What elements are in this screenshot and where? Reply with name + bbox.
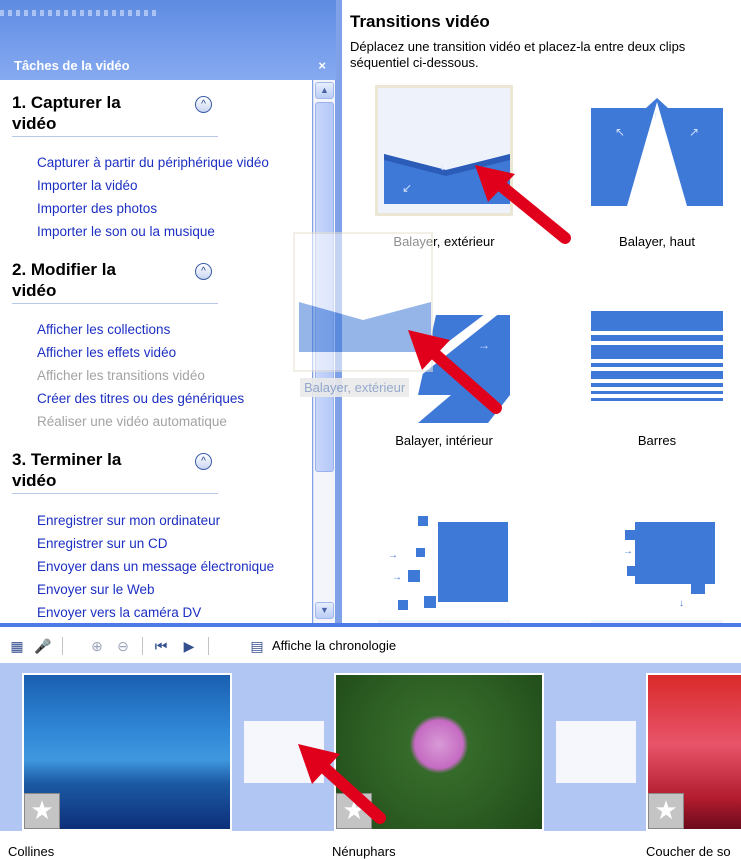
star-icon: ★	[648, 793, 684, 829]
task-pane: Tâches de la vidéo × 1. Capturer la vidé…	[0, 0, 336, 623]
collapse-chevron-icon[interactable]: ^	[195, 263, 212, 280]
collapse-chevron-icon[interactable]: ^	[195, 96, 212, 113]
clip-collines[interactable]: ★	[22, 673, 232, 831]
scroll-down-icon[interactable]: ▼	[315, 602, 334, 619]
header-pattern	[0, 10, 160, 16]
transition-dissolve-2[interactable]: → ↓	[591, 510, 723, 635]
annotation-arrow	[408, 330, 502, 414]
annotation-arrow	[298, 744, 386, 824]
dissolve-thumbnail: → →	[378, 510, 510, 635]
zoom-in-icon: ⊕	[91, 638, 103, 654]
storyboard-toolbar: ▦ 🎤 ⊕ ⊖ ⏮ ▶ ▤ Affiche la chronologie	[0, 627, 741, 663]
zoom-out-icon: ⊖	[117, 638, 129, 654]
svg-text:↓: ↓	[440, 162, 445, 173]
rewind-icon[interactable]: ⏮	[152, 637, 170, 655]
link-save-computer[interactable]: Enregistrer sur mon ordinateur	[37, 509, 274, 532]
link-show-transitions: Afficher les transitions vidéo	[37, 368, 205, 383]
transition-wipe-up[interactable]: ↖ ↑ ↗ Balayer, haut	[591, 88, 723, 249]
toolbar-separator	[208, 637, 209, 655]
edit-links: Afficher les collections Afficher les ef…	[37, 318, 244, 433]
svg-text:↙: ↙	[402, 181, 412, 195]
svg-text:→: →	[392, 572, 402, 583]
link-automovie: Réaliser une vidéo automatique	[37, 414, 227, 429]
transition-bars[interactable]: Barres	[591, 305, 723, 448]
link-create-titles[interactable]: Créer des titres ou des génériques	[37, 387, 244, 410]
svg-text:↖: ↖	[615, 125, 625, 139]
bars-thumbnail	[591, 305, 723, 430]
section-heading: 3. Terminer la vidéo	[12, 449, 218, 494]
dissolve-thumbnail: → ↓	[591, 510, 723, 635]
transition-slot-2[interactable]	[556, 721, 636, 783]
transition-label: Balayer, intérieur	[395, 433, 493, 448]
link-capture-device[interactable]: Capturer à partir du périphérique vidéo	[37, 151, 269, 174]
svg-text:→: →	[388, 550, 398, 561]
collapse-chevron-icon[interactable]: ^	[195, 453, 212, 470]
transition-label: Balayer, haut	[619, 234, 695, 249]
show-timeline-button[interactable]: Affiche la chronologie	[272, 638, 396, 653]
link-save-cd[interactable]: Enregistrer sur un CD	[37, 532, 274, 555]
storyboard-icon[interactable]: ▦	[8, 637, 26, 655]
finish-links: Enregistrer sur mon ordinateur Enregistr…	[37, 509, 274, 623]
clip-name: Collines	[8, 844, 55, 859]
task-list: 1. Capturer la vidéo ^ Capturer à partir…	[0, 80, 312, 623]
transition-dissolve-1[interactable]: → →	[378, 510, 510, 635]
capture-links: Capturer à partir du périphérique vidéo …	[37, 151, 269, 243]
toolbar-separator	[62, 637, 63, 655]
drag-label: Balayer, extérieur	[300, 378, 410, 397]
section-edit[interactable]: 2. Modifier la vidéo ^	[12, 259, 218, 304]
clip-name: Coucher de so	[646, 844, 731, 859]
link-show-effects[interactable]: Afficher les effets vidéo	[37, 341, 244, 364]
scroll-up-icon[interactable]: ▲	[315, 82, 334, 99]
play-icon[interactable]: ▶	[180, 637, 198, 655]
svg-text:↓: ↓	[679, 598, 684, 609]
pane-description: Déplacez une transition vidéo et placez-…	[350, 39, 686, 70]
task-pane-title: Tâches de la vidéo	[14, 58, 130, 73]
svg-text:→: →	[623, 546, 633, 557]
clip-coucher[interactable]: ★	[646, 673, 741, 831]
movie-maker-window: Tâches de la vidéo × 1. Capturer la vidé…	[0, 0, 741, 859]
link-import-audio[interactable]: Importer le son ou la musique	[37, 220, 269, 243]
link-send-email[interactable]: Envoyer dans un message électronique	[37, 555, 274, 578]
task-pane-header: Tâches de la vidéo ×	[0, 0, 336, 80]
annotation-arrow	[475, 165, 571, 244]
link-import-video[interactable]: Importer la vidéo	[37, 174, 269, 197]
transition-label: Barres	[637, 433, 677, 448]
star-icon: ★	[24, 793, 60, 829]
wipe-up-thumbnail: ↖ ↑ ↗	[591, 88, 723, 213]
narrate-icon[interactable]: 🎤	[34, 637, 52, 655]
section-heading: 1. Capturer la vidéo	[12, 92, 218, 137]
timeline-icon[interactable]: ▤	[248, 637, 266, 655]
link-import-photos[interactable]: Importer des photos	[37, 197, 269, 220]
toolbar-separator	[142, 637, 143, 655]
section-capture[interactable]: 1. Capturer la vidéo ^	[12, 92, 218, 137]
clip-name: Nénuphars	[332, 844, 396, 859]
section-heading: 2. Modifier la vidéo	[12, 259, 218, 304]
svg-text:↗: ↗	[689, 125, 699, 139]
close-icon[interactable]: ×	[318, 58, 326, 73]
link-send-dv[interactable]: Envoyer vers la caméra DV	[37, 601, 274, 623]
svg-text:↑: ↑	[653, 110, 658, 121]
pane-title: Transitions vidéo	[350, 12, 490, 31]
link-send-web[interactable]: Envoyer sur le Web	[37, 578, 274, 601]
section-finish[interactable]: 3. Terminer la vidéo ^	[12, 449, 218, 494]
link-show-collections[interactable]: Afficher les collections	[37, 318, 244, 341]
